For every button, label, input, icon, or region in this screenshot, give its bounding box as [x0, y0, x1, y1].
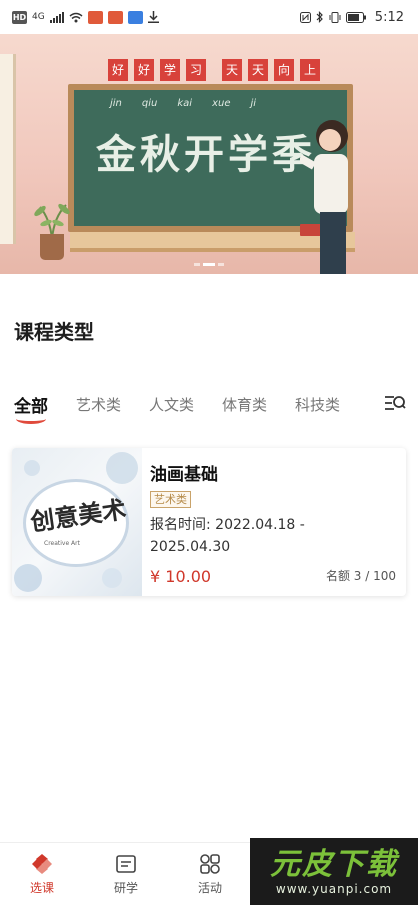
app-notification-icon-2: [107, 10, 123, 24]
course-info: 油画基础 艺术类 报名时间: 2022.04.18 - 2025.04.30 ¥…: [142, 448, 406, 596]
tab-label: 科技类: [295, 395, 341, 414]
slogan-char: 好: [108, 59, 128, 81]
tab-label: 艺术类: [76, 395, 122, 414]
status-right: 5:12: [299, 9, 404, 25]
course-thumbnail: 创意美术 Creative Art: [12, 448, 142, 596]
carousel-dot-active: [203, 263, 215, 266]
course-name: 油画基础: [150, 465, 218, 485]
nav-course-select[interactable]: 选课: [0, 843, 84, 905]
tab-label: 人文类: [149, 395, 195, 414]
pinyin: ji: [250, 98, 257, 109]
carousel-dot: [218, 263, 224, 266]
tab-art[interactable]: 艺术类: [76, 394, 121, 415]
site-watermark: 元皮下载 www.yuanpi.com: [250, 838, 418, 905]
pinyin-row: jin qiu kai xue ji: [110, 98, 256, 109]
status-time: 5:12: [374, 9, 404, 25]
nav-label: 活动: [197, 881, 222, 895]
pinyin: xue: [212, 98, 231, 109]
app-notification-icon: [87, 10, 103, 24]
plant-pot: [40, 234, 64, 260]
slogan-char: 好: [134, 59, 154, 81]
tab-humanities[interactable]: 人文类: [149, 394, 194, 415]
study-icon: [116, 855, 136, 873]
slogan-char: 习: [186, 59, 206, 81]
course-category-tag: 艺术类: [150, 491, 191, 508]
window-decoration: [0, 54, 16, 244]
slogan-char: 向: [274, 59, 294, 81]
nav-label: 选课: [29, 881, 54, 895]
status-left: HD 4G: [12, 10, 159, 24]
cloud-notification-icon: [127, 10, 143, 24]
course-card[interactable]: 创意美术 Creative Art 油画基础 艺术类 报名时间: 2022.04…: [12, 448, 406, 596]
course-price: ¥ 10.00: [150, 567, 212, 586]
nav-label: 研学: [113, 881, 138, 895]
section-title: 课程类型: [14, 320, 94, 344]
promo-banner[interactable]: 好 好 学 习 天 天 向 上 jin qiu kai xue ji 金秋开学季: [0, 34, 418, 274]
plant-illustration: [34, 203, 70, 239]
watermark-url: www.yuanpi.com: [275, 881, 393, 896]
signal-icon: [49, 11, 64, 23]
tab-sports[interactable]: 体育类: [222, 394, 267, 415]
search-filter-icon[interactable]: [384, 392, 406, 414]
nfc-icon: [299, 11, 311, 23]
category-tabs: 全部 艺术类 人文类 体育类 科技类: [0, 386, 418, 424]
teacher-illustration: [300, 120, 348, 274]
course-quota: 名额 3 / 100: [325, 569, 396, 583]
pinyin: jin: [110, 98, 122, 109]
hd-badge: HD: [12, 10, 27, 24]
nav-activity[interactable]: 活动: [168, 843, 252, 905]
tab-technology[interactable]: 科技类: [295, 394, 340, 415]
tab-all[interactable]: 全部: [14, 392, 48, 424]
battery-icon: [345, 11, 366, 23]
pinyin: kai: [177, 98, 193, 109]
download-icon: [147, 11, 159, 23]
carousel-indicator: [194, 263, 224, 266]
slogan-sign-left: 好 好 学 习: [108, 59, 206, 81]
tab-active-indicator: [16, 414, 46, 424]
nav-study[interactable]: 研学: [84, 843, 168, 905]
tab-label: 体育类: [222, 395, 268, 414]
watermark-logo: 元皮下载: [270, 846, 398, 882]
bluetooth-icon: [316, 11, 323, 23]
thumbnail-subtitle: Creative Art: [44, 540, 80, 547]
course-select-icon: [32, 854, 52, 874]
enrollment-label: 报名时间:: [150, 517, 211, 533]
wifi-icon: [69, 12, 83, 22]
enrollment-period: 报名时间: 2022.04.18 - 2025.04.30: [150, 514, 350, 558]
slogan-sign-right: 天 天 向 上: [222, 59, 320, 81]
network-badge: 4G: [32, 12, 45, 22]
activity-icon: [200, 854, 220, 874]
pinyin: qiu: [141, 98, 158, 109]
slogan-char: 上: [300, 59, 320, 81]
slogan-char: 天: [222, 59, 242, 81]
carousel-dot: [194, 263, 200, 266]
status-bar: HD 4G 5:12: [0, 0, 418, 34]
vibrate-icon: [329, 11, 341, 23]
banner-title: 金秋开学季: [96, 131, 316, 178]
slogan-char: 天: [248, 59, 268, 81]
slogan-char: 学: [160, 59, 180, 81]
